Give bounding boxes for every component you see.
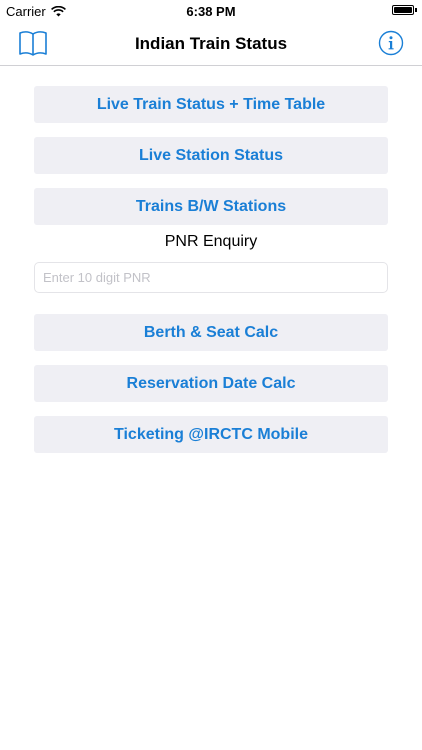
battery-tip — [415, 8, 417, 12]
battery-icon — [392, 5, 414, 15]
status-bar: Carrier 6:38 PM — [0, 0, 422, 22]
trains-between-stations-button[interactable]: Trains B/W Stations — [34, 188, 388, 225]
info-button[interactable] — [378, 30, 404, 56]
ticketing-irctc-button[interactable]: Ticketing @IRCTC Mobile — [34, 416, 388, 453]
navigation-bar: Indian Train Status — [0, 22, 422, 66]
app-screen: Carrier 6:38 PM Indian Train Status Live… — [0, 0, 422, 750]
pnr-input[interactable] — [34, 262, 388, 293]
reservation-date-calc-label: Reservation Date Calc — [126, 374, 296, 392]
live-station-status-label: Live Station Status — [138, 146, 284, 164]
ticketing-irctc-label: Ticketing @IRCTC Mobile — [114, 425, 308, 443]
pnr-enquiry-label: PNR Enquiry — [164, 233, 258, 250]
status-time: 6:38 PM — [186, 4, 236, 19]
live-train-status-button[interactable]: Live Train Status + Time Table — [34, 86, 388, 123]
live-train-status-label: Live Train Status + Time Table — [96, 95, 326, 113]
nav-title: Indian Train Status — [134, 34, 288, 53]
info-icon — [378, 30, 404, 56]
berth-seat-calc-label: Berth & Seat Calc — [143, 323, 279, 341]
reservation-date-calc-button[interactable]: Reservation Date Calc — [34, 365, 388, 402]
berth-seat-calc-button[interactable]: Berth & Seat Calc — [34, 314, 388, 351]
live-station-status-button[interactable]: Live Station Status — [34, 137, 388, 174]
battery-level — [394, 7, 412, 13]
trains-between-stations-label: Trains B/W Stations — [135, 197, 287, 215]
